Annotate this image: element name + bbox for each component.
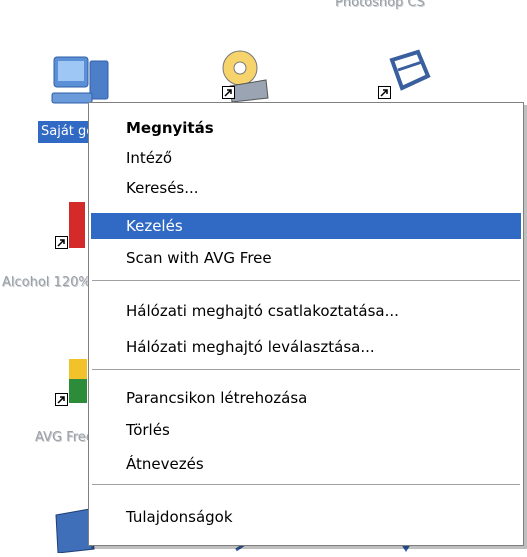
app-shortcut-icon[interactable] — [378, 48, 440, 102]
menu-item-map-network-drive[interactable]: Hálózati meghajtó csatlakoztatása... — [91, 298, 521, 324]
shortcut-arrow-icon — [378, 86, 391, 99]
cd-drive-icon[interactable] — [212, 48, 274, 103]
desktop-top-label[interactable]: Photoshop CS — [335, 0, 425, 10]
menu-item-rename[interactable]: Átnevezés — [91, 451, 521, 477]
menu-item-delete[interactable]: Törlés — [91, 417, 521, 443]
menu-item-disconnect-network-drive[interactable]: Hálózati meghajtó leválasztása... — [91, 334, 521, 360]
shortcut-arrow-icon — [55, 236, 68, 249]
avg-label[interactable]: AVG Free — [35, 430, 94, 445]
shortcut-arrow-icon — [55, 393, 68, 406]
menu-item-create-shortcut[interactable]: Parancsikon létrehozása — [91, 385, 521, 411]
menu-item-properties[interactable]: Tulajdonságok — [91, 504, 521, 530]
shortcut-arrow-icon — [222, 86, 235, 99]
menu-item-manage[interactable]: Kezelés — [91, 213, 521, 239]
desktop: Photoshop CS Saját gép Alcohol 120% AVG … — [0, 0, 527, 554]
menu-item-explore[interactable]: Intéző — [91, 145, 521, 171]
avg-icon[interactable] — [55, 355, 89, 413]
context-menu: Megnyitás Intéző Keresés... Kezelés Scan… — [88, 102, 524, 546]
menu-item-open[interactable]: Megnyitás — [91, 115, 521, 141]
menu-item-search[interactable]: Keresés... — [91, 175, 521, 201]
menu-item-scan-avg[interactable]: Scan with AVG Free — [91, 245, 521, 271]
menu-separator — [92, 369, 520, 370]
alcohol-label[interactable]: Alcohol 120% — [2, 275, 91, 290]
alcohol-icon[interactable] — [55, 198, 89, 256]
menu-separator — [92, 280, 520, 281]
menu-separator — [92, 484, 520, 485]
